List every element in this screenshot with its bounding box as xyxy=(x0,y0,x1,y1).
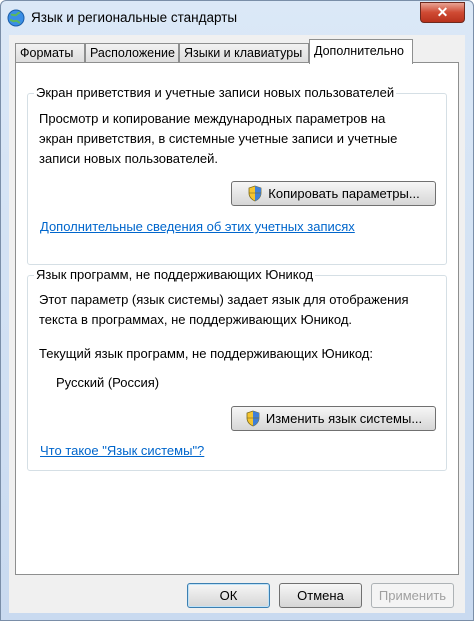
dialog-client-area: Форматы Расположение Языки и клавиатуры … xyxy=(9,35,465,613)
non-unicode-group: Язык программ, не поддерживающих Юникод … xyxy=(27,267,447,471)
change-system-locale-label: Изменить язык системы... xyxy=(265,411,423,426)
close-button[interactable]: ✕ xyxy=(420,2,465,23)
change-system-locale-button[interactable]: Изменить язык системы... xyxy=(231,406,436,431)
uac-shield-icon xyxy=(246,410,260,427)
close-icon: ✕ xyxy=(436,4,449,20)
ok-button[interactable]: ОК xyxy=(187,583,270,608)
title-bar[interactable]: Язык и региональные стандарты ✕ xyxy=(1,1,473,35)
tab-location[interactable]: Расположение xyxy=(85,43,179,63)
welcome-group-legend: Экран приветствия и учетные записи новых… xyxy=(34,85,397,100)
cancel-button[interactable]: Отмена xyxy=(279,583,362,608)
current-language-value: Русский (Россия) xyxy=(56,375,160,390)
dialog-window: Язык и региональные стандарты ✕ Форматы … xyxy=(0,0,474,621)
welcome-info-link[interactable]: Дополнительные сведения об этих учетных … xyxy=(40,219,355,234)
globe-icon xyxy=(7,9,25,27)
system-locale-help-link[interactable]: Что такое "Язык системы"? xyxy=(40,443,204,458)
tab-keyboards-languages[interactable]: Языки и клавиатуры xyxy=(179,43,309,63)
tab-formats[interactable]: Форматы xyxy=(15,43,85,63)
tab-administrative[interactable]: Дополнительно xyxy=(309,39,413,64)
current-language-label: Текущий язык программ, не поддерживающих… xyxy=(39,346,374,361)
uac-shield-icon xyxy=(248,185,262,202)
non-unicode-group-legend: Язык программ, не поддерживающих Юникод xyxy=(34,267,316,282)
non-unicode-description-line-1: Этот параметр (язык системы) задает язык… xyxy=(39,292,409,307)
copy-settings-button[interactable]: Копировать параметры... xyxy=(231,181,436,206)
copy-settings-label: Копировать параметры... xyxy=(268,186,420,201)
tab-page-administrative: Экран приветствия и учетные записи новых… xyxy=(15,62,459,575)
apply-button[interactable]: Применить xyxy=(371,583,454,608)
welcome-description-line-1: Просмотр и копирование международных пар… xyxy=(39,111,386,126)
window-title: Язык и региональные стандарты xyxy=(31,10,238,25)
welcome-description-line-2: экран приветствия, в системные учетные з… xyxy=(39,131,398,146)
welcome-description-line-3: записи новых пользователей. xyxy=(39,151,219,166)
welcome-screen-group: Экран приветствия и учетные записи новых… xyxy=(27,85,447,265)
non-unicode-description-line-2: текста в программах, не поддерживающих Ю… xyxy=(39,312,353,327)
